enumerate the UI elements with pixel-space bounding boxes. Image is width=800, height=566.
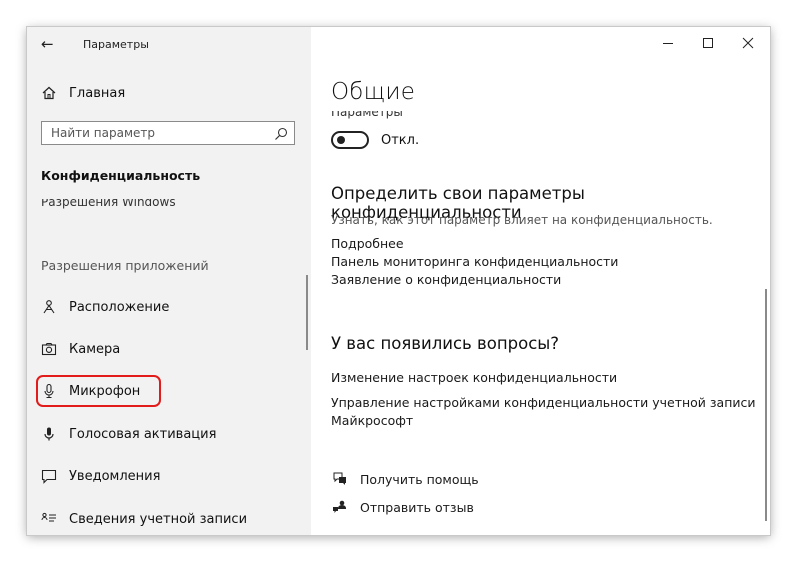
- sidebar-scrollbar[interactable]: [306, 275, 308, 350]
- main-content: Общие Параметры Откл. Определить свои па…: [311, 27, 770, 535]
- page-title: Общие: [331, 79, 416, 105]
- toggle-knob: [337, 136, 345, 144]
- sidebar-item-account-info[interactable]: Сведения учетной записи: [27, 505, 311, 535]
- notifications-icon: [41, 468, 57, 484]
- partial-label: Параметры: [331, 111, 403, 119]
- privacy-statement-link[interactable]: Заявление о конфиденциальности: [331, 272, 561, 287]
- permission-toggle[interactable]: [331, 131, 369, 149]
- camera-icon: [41, 341, 57, 357]
- sidebar-item-label: Уведомления: [69, 469, 161, 484]
- voice-activation-icon: [41, 426, 57, 442]
- account-info-icon: [41, 511, 57, 527]
- toggle-state-label: Откл.: [381, 133, 420, 148]
- help-icon[interactable]: [332, 471, 348, 487]
- sidebar-item-label: Главная: [69, 86, 126, 101]
- sidebar-item-microphone[interactable]: Микрофон: [27, 377, 311, 407]
- settings-window: ← Параметры Главная Конфиденциальность Р…: [27, 27, 770, 535]
- sidebar-item-home[interactable]: Главная: [27, 79, 311, 109]
- questions-heading: У вас появились вопросы?: [331, 334, 560, 353]
- sidebar: ← Параметры Главная Конфиденциальность Р…: [27, 27, 311, 535]
- manage-account-privacy-link[interactable]: Управление настройками конфиденциальност…: [331, 395, 756, 410]
- microphone-icon: [41, 383, 57, 399]
- change-privacy-settings-link[interactable]: Изменение настроек конфиденциальности: [331, 370, 617, 385]
- sidebar-item-label: Сведения учетной записи: [69, 512, 248, 527]
- sidebar-item-voice-activation[interactable]: Голосовая активация: [27, 420, 311, 450]
- sidebar-item-label: Расположение: [69, 300, 170, 315]
- maximize-icon: [703, 38, 713, 48]
- window-title: Параметры: [83, 38, 149, 51]
- section-title: Конфиденциальность: [41, 168, 201, 183]
- feedback-icon[interactable]: [332, 499, 348, 515]
- location-icon: [41, 299, 57, 315]
- privacy-subtitle: Узнать, как этот параметр влияет на конф…: [331, 213, 713, 227]
- get-help-link[interactable]: Получить помощь: [360, 472, 479, 487]
- back-button[interactable]: ←: [41, 36, 54, 52]
- search-box: [41, 121, 295, 145]
- sidebar-item-label: Голосовая активация: [69, 427, 217, 442]
- search-input[interactable]: [42, 122, 271, 144]
- main-scrollbar[interactable]: [765, 289, 767, 521]
- sidebar-item-label: Камера: [69, 342, 121, 357]
- learn-more-link[interactable]: Подробнее: [331, 236, 404, 251]
- manage-account-privacy-link-continued[interactable]: Майкрософт: [331, 413, 413, 428]
- sidebar-item-location[interactable]: Расположение: [27, 293, 311, 323]
- privacy-dashboard-link[interactable]: Панель мониторинга конфиденциальности: [331, 254, 618, 269]
- sidebar-item-windows-permissions[interactable]: Разрешения Windows: [41, 199, 176, 213]
- close-icon: [742, 37, 754, 49]
- maximize-button[interactable]: [688, 31, 728, 55]
- sidebar-item-label: Микрофон: [69, 384, 141, 399]
- send-feedback-link[interactable]: Отправить отзыв: [360, 500, 474, 515]
- minimize-button[interactable]: [648, 31, 688, 55]
- back-arrow-icon: ←: [41, 35, 54, 53]
- sidebar-item-notifications[interactable]: Уведомления: [27, 462, 311, 492]
- sidebar-item-camera[interactable]: Камера: [27, 335, 311, 365]
- group-label: Разрешения приложений: [41, 258, 209, 273]
- minimize-icon: [663, 43, 673, 44]
- home-icon: [41, 85, 57, 101]
- search-icon[interactable]: [274, 126, 288, 140]
- close-button[interactable]: [728, 31, 768, 55]
